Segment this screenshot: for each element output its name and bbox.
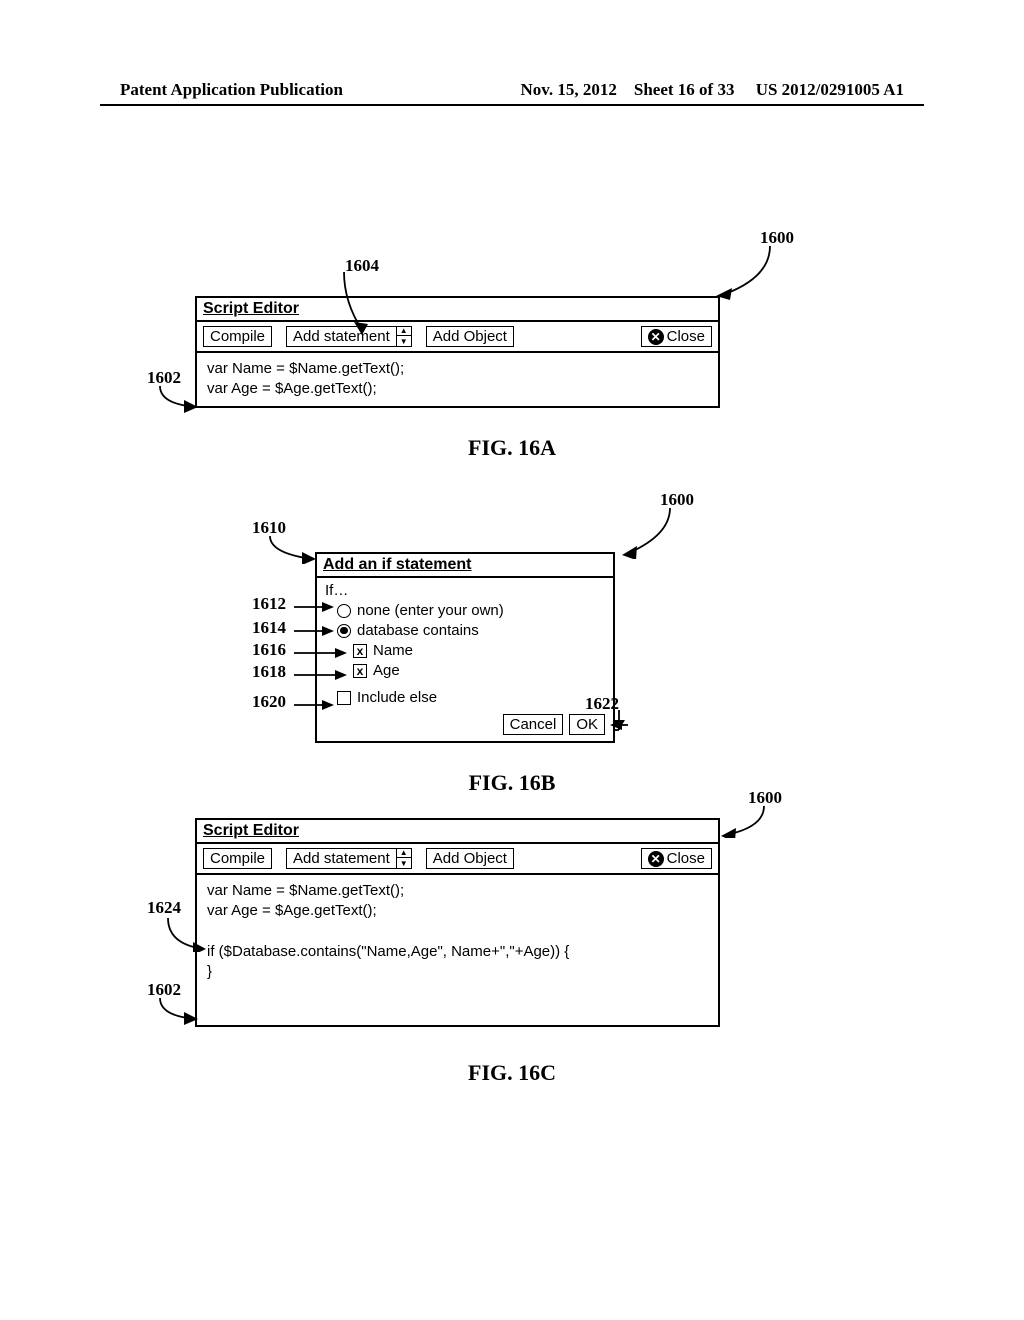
close-button[interactable]: ✕ Close (641, 326, 712, 347)
ref-1600-b: 1600 (660, 490, 694, 510)
toolbar: Compile Add statement ▲ ▼ Add Object ✕ C… (197, 844, 718, 875)
pub-title: Patent Application Publication (120, 80, 343, 100)
compile-button[interactable]: Compile (203, 326, 272, 347)
close-icon: ✕ (648, 329, 664, 345)
add-object-button[interactable]: Add Object (426, 326, 514, 347)
sheet-number: Sheet 16 of 33 (634, 80, 735, 99)
checkbox-name[interactable] (353, 644, 367, 658)
radio-none[interactable] (337, 604, 351, 618)
ok-button[interactable]: OK (569, 714, 605, 735)
ref-1620: 1620 (252, 692, 286, 712)
if-label: If… (325, 582, 605, 599)
caption-16a: FIG. 16A (0, 435, 1024, 461)
window-title: Script Editor (197, 298, 718, 322)
add-object-button[interactable]: Add Object (426, 848, 514, 869)
ref-1600-a: 1600 (760, 228, 794, 248)
chevron-down-icon[interactable]: ▼ (397, 860, 411, 868)
chevron-down-icon[interactable]: ▼ (397, 338, 411, 346)
add-statement-stepper[interactable]: ▲ ▼ (396, 848, 412, 869)
caption-16c: FIG. 16C (0, 1060, 1024, 1086)
script-editor-window-a: Script Editor Compile Add statement ▲ ▼ … (195, 296, 720, 408)
ref-1600-c: 1600 (748, 788, 782, 808)
window-title: Script Editor (197, 820, 718, 844)
ref-1616: 1616 (252, 640, 286, 660)
radio-db-label: database contains (357, 622, 479, 639)
ref-1604: 1604 (345, 256, 379, 276)
include-else-label: Include else (357, 689, 437, 706)
pub-date: Nov. 15, 2012 (521, 80, 617, 99)
close-icon: ✕ (648, 851, 664, 867)
chevron-up-icon[interactable]: ▲ (397, 849, 411, 858)
add-if-dialog: Add an if statement If… none (enter your… (315, 552, 615, 743)
page-header: Patent Application Publication Nov. 15, … (0, 80, 1024, 100)
chevron-up-icon[interactable]: ▲ (397, 327, 411, 336)
checkbox-include-else[interactable] (337, 691, 351, 705)
add-statement-stepper[interactable]: ▲ ▼ (396, 326, 412, 347)
ref-1612: 1612 (252, 594, 286, 614)
radio-database-contains[interactable] (337, 624, 351, 638)
close-button-label: Close (667, 328, 705, 345)
radio-none-label: none (enter your own) (357, 602, 504, 619)
ref-1602-a: 1602 (147, 368, 181, 388)
ref-1614: 1614 (252, 618, 286, 638)
dialog-title: Add an if statement (317, 554, 613, 578)
ref-1622: 1622 (585, 694, 619, 714)
checkbox-age[interactable] (353, 664, 367, 678)
close-button[interactable]: ✕ Close (641, 848, 712, 869)
ref-1610: 1610 (252, 518, 286, 538)
ref-1624: 1624 (147, 898, 181, 918)
ref-1618: 1618 (252, 662, 286, 682)
add-statement-button[interactable]: Add statement (286, 326, 396, 347)
script-editor-window-c: Script Editor Compile Add statement ▲ ▼ … (195, 818, 720, 1027)
ref-1602-c: 1602 (147, 980, 181, 1000)
pub-number: US 2012/0291005 A1 (756, 80, 904, 99)
code-editor[interactable]: var Name = $Name.getText(); var Age = $A… (197, 353, 718, 406)
header-rule (100, 104, 924, 106)
cancel-button[interactable]: Cancel (503, 714, 564, 735)
close-button-label: Close (667, 850, 705, 867)
toolbar: Compile Add statement ▲ ▼ Add Object ✕ C… (197, 322, 718, 353)
checkbox-name-label: Name (373, 642, 413, 659)
add-statement-button[interactable]: Add statement (286, 848, 396, 869)
compile-button[interactable]: Compile (203, 848, 272, 869)
caption-16b: FIG. 16B (0, 770, 1024, 796)
code-editor[interactable]: var Name = $Name.getText(); var Age = $A… (197, 875, 718, 1025)
checkbox-age-label: Age (373, 662, 400, 679)
